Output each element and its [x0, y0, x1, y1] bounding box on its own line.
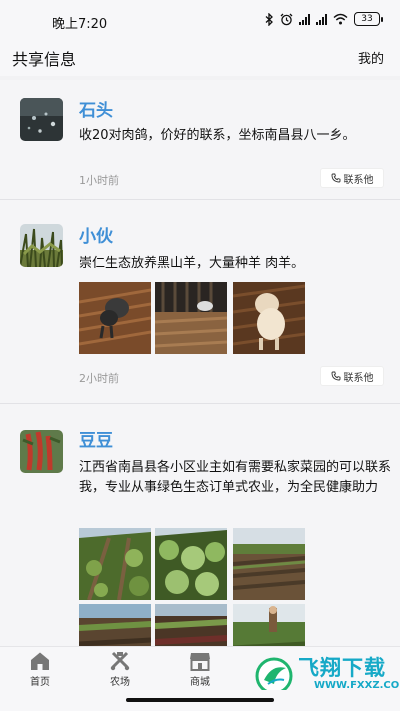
store-icon	[190, 653, 210, 671]
status-time: 晚上7:20	[52, 17, 108, 32]
post-photo[interactable]	[155, 282, 227, 354]
post-content: 崇仁生态放养黑山羊，大量种羊 肉羊。	[79, 256, 305, 271]
poster-name[interactable]: 小伙	[79, 222, 113, 247]
bluetooth-icon	[265, 12, 273, 26]
signal-icon-2	[316, 13, 327, 25]
post-photo[interactable]	[233, 604, 305, 646]
post-time: 1小时前	[79, 174, 119, 187]
post-content: 江西省南昌县各小区业主如有需要私家菜园的可以联系我，专业从事绿色生态订单式农业，…	[79, 460, 392, 495]
battery-indicator: 33	[354, 12, 383, 26]
contact-button[interactable]: 联系他	[320, 168, 384, 188]
poster-name[interactable]: 豆豆	[79, 426, 113, 451]
tab-farm-label: 农场	[110, 677, 130, 688]
post-item[interactable]: 小伙 崇仁生态放养黑山羊，大量种羊 肉羊。 2小时前 联系他	[0, 200, 400, 404]
post-time: 2小时前	[79, 372, 119, 385]
tab-home-label: 首页	[30, 677, 50, 688]
phone-icon	[331, 371, 340, 381]
tab-home[interactable]: 首页	[10, 651, 70, 688]
post-content: 收20对肉鸽，价好的联系，坐标南昌县八一乡。	[79, 128, 356, 143]
post-photo[interactable]	[155, 604, 227, 646]
contact-button[interactable]: 联系他	[320, 366, 384, 386]
status-bar: 晚上7:20 33	[0, 0, 400, 40]
post-photo[interactable]	[79, 282, 151, 354]
post-photo[interactable]	[79, 604, 151, 646]
home-icon	[31, 652, 49, 670]
post-photo[interactable]	[233, 282, 305, 354]
page-title: 共享信息	[12, 50, 77, 69]
alarm-icon	[280, 13, 293, 25]
avatar[interactable]	[20, 224, 63, 267]
home-indicator-bar	[0, 690, 400, 711]
avatar[interactable]	[20, 430, 63, 473]
watermark-text: 飞翔下载	[298, 656, 386, 680]
signal-icon	[299, 13, 310, 25]
wifi-icon	[333, 13, 348, 25]
my-button[interactable]: 我的	[358, 48, 384, 67]
tab-store-label: 商城	[190, 677, 210, 688]
watermark-logo-icon	[255, 657, 293, 694]
contact-label: 联系他	[343, 174, 374, 186]
tab-store[interactable]: 商城	[170, 651, 230, 688]
post-photo[interactable]	[233, 528, 305, 600]
post-item[interactable]: 豆豆 江西省南昌县各小区业主如有需要私家菜园的可以联系我，专业从事绿色生态订单式…	[0, 404, 400, 646]
home-indicator[interactable]	[126, 698, 274, 702]
post-photo[interactable]	[155, 528, 227, 600]
avatar[interactable]	[20, 98, 63, 141]
post-photo[interactable]	[79, 528, 151, 600]
phone-icon	[331, 173, 340, 183]
poster-name[interactable]: 石头	[79, 96, 113, 121]
post-item[interactable]: 石头 收20对肉鸽，价好的联系，坐标南昌县八一乡。 1小时前 联系他	[0, 80, 400, 200]
contact-label: 联系他	[343, 372, 374, 384]
farm-icon	[110, 651, 130, 671]
post-feed[interactable]: 石头 收20对肉鸽，价好的联系，坐标南昌县八一乡。 1小时前 联系他 小伙 崇仁…	[0, 76, 400, 646]
tab-farm[interactable]: 农场	[90, 651, 150, 688]
top-bar: 共享信息 我的	[0, 40, 400, 76]
status-icons: 33	[265, 12, 383, 26]
